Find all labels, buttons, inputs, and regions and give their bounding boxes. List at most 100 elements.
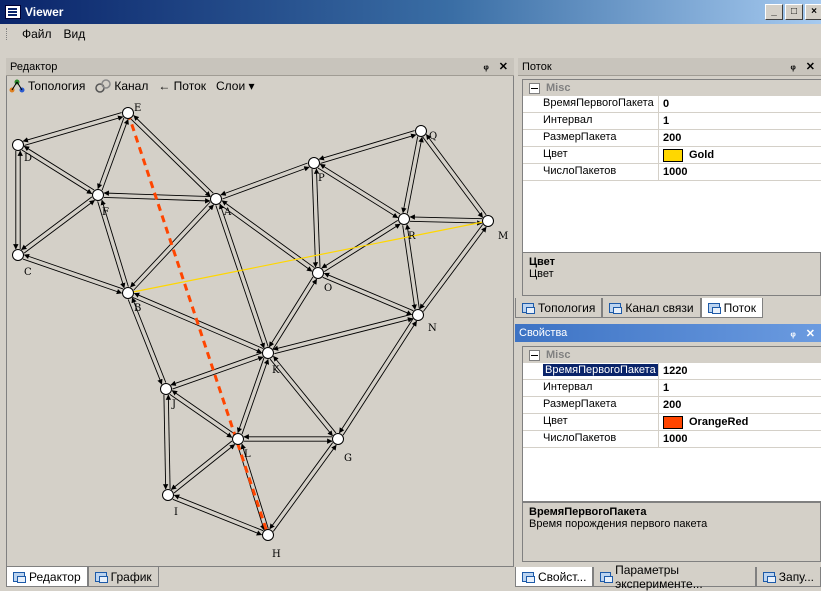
property-row[interactable]: ВремяПервогоПакета 1220 [523,363,821,380]
tab-topology[interactable]: Топология [515,298,603,318]
tab-chart[interactable]: График [87,567,159,587]
graph-edge-K-L[interactable] [236,357,265,434]
graph-edge-M-N[interactable] [419,224,484,310]
property-value[interactable]: 0 [659,96,821,112]
graph-node-J[interactable] [160,383,172,395]
graph-node-D[interactable] [12,139,24,151]
graph-edge-F-C[interactable] [21,196,93,250]
graph-edge-E-A[interactable] [130,118,211,197]
graph-node-N[interactable] [412,309,424,321]
topology-button[interactable]: Топология [6,79,88,93]
graph-canvas[interactable]: E D F A P Q M R C B O N K J L G I H [6,97,514,563]
tab-properties[interactable]: Свойст... [515,567,594,587]
property-row[interactable]: РазмерПакета 200 [523,397,821,414]
graph-edge-N-G[interactable] [339,318,414,434]
graph-edge-C-B[interactable] [23,253,124,290]
menu-view[interactable]: Вид [58,27,92,41]
tab-run[interactable]: Запу... [755,567,821,587]
property-row[interactable]: Цвет OrangeRed [523,414,821,431]
collapse-icon[interactable] [529,349,540,361]
graph-edge-E-A[interactable] [133,115,214,194]
property-row[interactable]: ЧислоПакетов 1000 [523,164,821,181]
property-value[interactable]: 1000 [659,164,821,180]
property-value[interactable]: 1220 [659,363,821,379]
category-misc[interactable]: Misc [523,347,821,363]
menu-file[interactable]: Файл [16,27,58,41]
graph-edge-O-N[interactable] [322,276,413,316]
tab-flow[interactable]: Поток [700,298,763,318]
graph-edge-G-H[interactable] [272,444,337,532]
graph-edge-P-R[interactable] [317,167,399,219]
graph-edge-E-F[interactable] [97,117,125,190]
graph-edge-R-O[interactable] [321,219,398,269]
tab-link-channel[interactable]: Канал связи [602,298,701,318]
graph-edge-A-B[interactable] [133,204,214,291]
graph-node-E[interactable] [122,107,134,119]
graph-edge-A-O[interactable] [219,203,313,272]
graph-edge-N-G[interactable] [342,320,417,436]
graph-node-F[interactable] [92,189,104,201]
close-button[interactable]: × [805,4,821,20]
graph-node-R[interactable] [398,213,410,225]
graph-edge-Q-M[interactable] [422,136,484,218]
graph-edge-A-P[interactable] [220,162,308,196]
graph-edge-D-E[interactable] [22,112,122,143]
graph-edge-A-P[interactable] [222,166,310,200]
property-row[interactable]: ВремяПервогоПакета 0 [523,96,821,113]
graph-edge-Q-M[interactable] [425,134,487,216]
collapse-icon[interactable] [529,82,540,94]
property-value[interactable]: 200 [659,130,821,146]
property-row[interactable]: Цвет Gold [523,147,821,164]
property-row[interactable]: РазмерПакета 200 [523,130,821,147]
graph-edge-A-K[interactable] [219,203,269,347]
graph-edge-N-K[interactable] [274,317,414,355]
graph-edge-O-K[interactable] [272,278,318,350]
graph-edge-P-R[interactable] [319,163,401,215]
graph-node-P[interactable] [308,157,320,169]
minimize-button[interactable]: _ [765,4,783,20]
property-value[interactable]: 200 [659,397,821,413]
graph-edge-D-E[interactable] [24,115,124,146]
graph-node-L[interactable] [232,433,244,445]
graph-edge-C-B[interactable] [22,258,123,295]
pin-icon[interactable]: ᵩ [790,327,795,340]
channel-button[interactable]: Канал [92,79,151,93]
close-panel-icon[interactable]: ✕ [806,327,815,340]
graph-node-K[interactable] [262,347,274,359]
graph-edge-P-Q[interactable] [320,133,417,164]
graph-edge-B-K[interactable] [133,292,264,350]
property-value[interactable]: 1000 [659,431,821,447]
graph-node-B[interactable] [122,287,134,299]
graph-node-O[interactable] [312,267,324,279]
graph-node-I[interactable] [162,489,174,501]
pin-icon[interactable]: ᵩ [790,60,795,73]
graph-edge-J-L[interactable] [171,390,235,435]
maximize-button[interactable]: □ [785,4,803,20]
graph-edge-L-I[interactable] [170,440,233,490]
graph-edge-J-I[interactable] [165,394,172,489]
graph-edge-M-N[interactable] [422,226,487,312]
category-misc[interactable]: Misc [523,80,821,96]
graph-edge-G-H[interactable] [269,442,334,530]
graph-edge-E-F[interactable] [101,118,129,191]
property-value[interactable]: 1 [659,113,821,129]
graph-edge-R-M[interactable] [409,214,483,220]
graph-edge-K-G[interactable] [273,355,337,434]
graph-edge-B-K[interactable] [132,296,263,354]
graph-edge-I-H[interactable] [172,498,263,536]
tab-experiment-params[interactable]: Параметры эксперименте... [593,563,756,591]
property-value[interactable]: Gold [659,147,821,163]
graph-edge-O-N[interactable] [323,272,414,312]
flow-path-orangered[interactable] [126,112,270,536]
graph-node-C[interactable] [12,249,24,261]
pin-icon[interactable]: ᵩ [483,60,488,73]
graph-edge-A-K[interactable] [215,205,265,349]
flow-button[interactable]: ← Поток [155,79,209,93]
graph-edge-D-F[interactable] [21,149,93,195]
graph-edge-I-H[interactable] [173,494,264,532]
graph-edge-K-J[interactable] [172,356,264,390]
graph-edge-P-Q[interactable] [318,130,415,161]
close-panel-icon[interactable]: ✕ [499,60,508,73]
graph-node-A[interactable] [210,193,222,205]
graph-node-G[interactable] [332,433,344,445]
